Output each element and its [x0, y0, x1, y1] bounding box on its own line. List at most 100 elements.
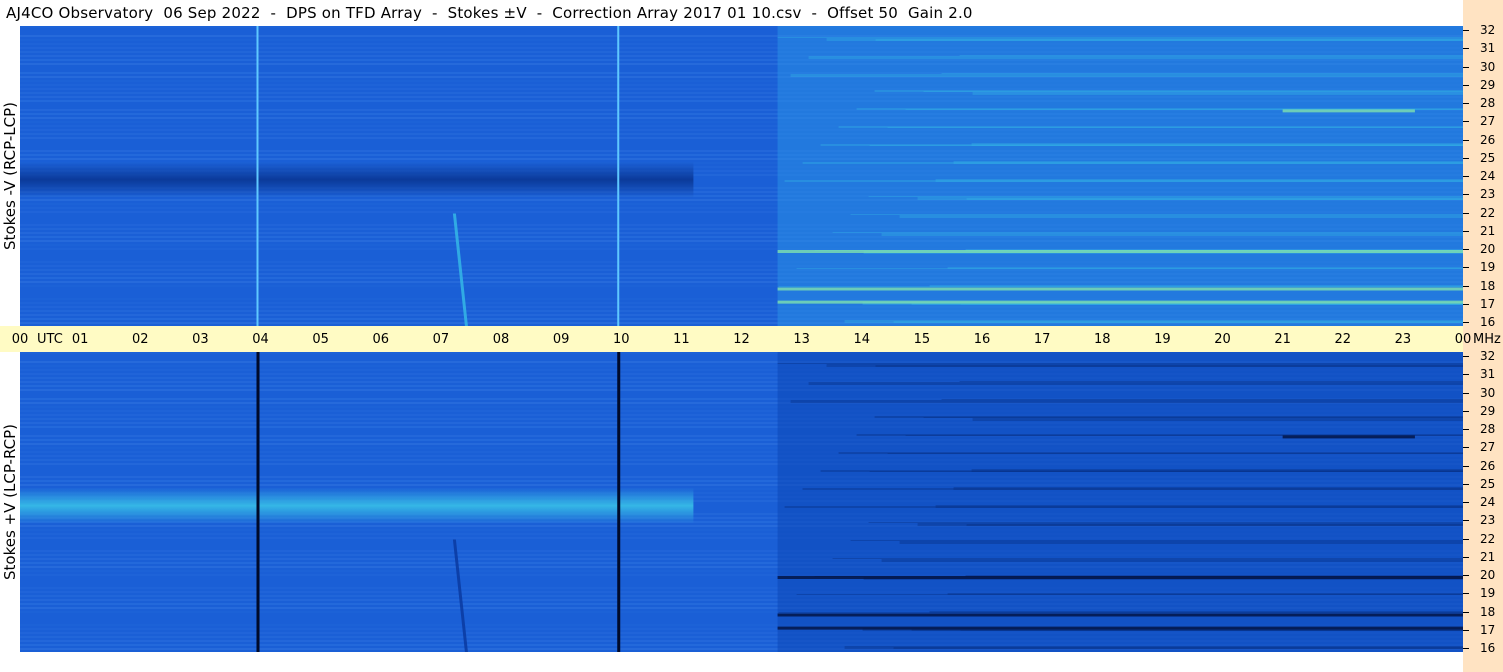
active-region-streak [881, 559, 1463, 562]
time-tick-label: 06 [372, 332, 390, 347]
active-region-streak [777, 37, 1463, 38]
frequency-tick-mark [1463, 611, 1469, 613]
time-tick-label: 19 [1154, 332, 1171, 347]
frequency-tick-mark [1463, 356, 1469, 357]
active-region-streak [966, 198, 1463, 200]
active-region-streak [784, 506, 1463, 508]
frequency-tick-label: 32 [1480, 349, 1496, 363]
active-region-streak [850, 540, 1463, 541]
active-region-streak [959, 55, 1463, 56]
frequency-tick-mark [1463, 629, 1469, 631]
emission-band [777, 626, 1463, 630]
active-region-streak [923, 417, 1463, 418]
time-tick-label: 08 [492, 332, 510, 347]
time-tick-label: 10 [612, 332, 630, 347]
vertical-line [617, 26, 620, 326]
active-region-streak [960, 304, 1463, 305]
top-panel-label-area: Stokes -V (RCP-LCP) [0, 26, 20, 326]
active-region-streak [893, 321, 1463, 323]
frequency-tick-label: 25 [1480, 476, 1496, 491]
time-tick-label: 11 [673, 332, 690, 347]
active-region-streak [778, 286, 1463, 287]
frequency-tick-label: 20 [1480, 568, 1496, 582]
active-region-streak [869, 145, 1463, 146]
time-tick-label: 12 [733, 332, 750, 347]
vertical-line [256, 26, 259, 326]
frequency-tick-mark [1463, 157, 1469, 159]
frequency-tick-mark [1463, 212, 1469, 214]
frequency-tick-label: 23 [1480, 187, 1496, 202]
active-region-streak [808, 56, 1463, 59]
time-tick-label: 16 [973, 332, 991, 347]
frequency-tick-label: 21 [1480, 549, 1496, 564]
frequency-tick-mark [1463, 556, 1469, 558]
frequency-tick-mark [1463, 429, 1469, 430]
frequency-tick-mark [1463, 593, 1469, 595]
active-region-streak [808, 382, 1463, 385]
active-region-streak [923, 91, 1463, 92]
active-region-streak [796, 594, 1463, 595]
frequency-tick-mark [1463, 176, 1469, 177]
active-region-streak [875, 39, 1463, 41]
time-tick-label: 23 [1394, 332, 1412, 347]
frequency-tick-mark [1463, 502, 1469, 503]
strong-band [20, 487, 694, 524]
frequency-tick-label: 28 [1480, 422, 1496, 436]
emission-band [777, 613, 1463, 617]
active-region-streak [972, 92, 1463, 95]
frequency-tick-mark [1463, 121, 1469, 123]
frequency-tick-mark [1463, 392, 1469, 394]
frequency-tick-label: 19 [1480, 260, 1496, 275]
frequency-tick-mark [1463, 575, 1469, 576]
active-region-streak [959, 381, 1463, 382]
frequency-tick-label: 20 [1480, 242, 1496, 256]
time-tick-label: 00 [1454, 332, 1472, 347]
active-region-streak [893, 647, 1463, 649]
frequency-tick-label: 17 [1480, 622, 1496, 637]
frequency-tick-label: 30 [1480, 385, 1496, 400]
frequency-tick-mark [1463, 465, 1469, 467]
active-region-streak [832, 232, 1463, 233]
frequency-tick-label: 18 [1480, 604, 1496, 619]
active-region [777, 352, 1463, 652]
time-tick-label: 14 [853, 332, 871, 347]
frequency-tick-label: 26 [1480, 458, 1496, 473]
time-tick-label: 17 [1033, 332, 1051, 347]
frequency-tick-mark [1463, 267, 1469, 269]
frequency-tick-mark [1463, 483, 1469, 485]
frequency-tick-label: 27 [1480, 114, 1496, 129]
time-tick-label: 22 [1334, 332, 1352, 347]
frequency-tick-label: 32 [1480, 23, 1496, 37]
frequency-tick-label: 19 [1480, 586, 1496, 601]
time-tick-label: 21 [1274, 332, 1291, 347]
time-tick-label: 13 [793, 332, 810, 347]
frequency-tick-label: 16 [1480, 641, 1496, 655]
spectrogram-top [20, 26, 1463, 326]
frequency-tick-label: 17 [1480, 296, 1496, 311]
bottom-margin [0, 652, 1463, 672]
active-region-streak [784, 180, 1463, 182]
time-tick-label: 01 [71, 332, 89, 347]
active-region-streak [875, 365, 1463, 367]
frequency-tick-mark [1463, 285, 1469, 287]
active-region-streak [941, 73, 1463, 74]
active-region-streak [899, 541, 1463, 544]
frequency-tick-label: 30 [1480, 59, 1496, 74]
time-axis: UTC 00 01 02 03 04 05 06 07 08 09 10 11 12 13 14 15 16 17… [0, 326, 1471, 352]
frequency-tick-mark [1463, 648, 1469, 649]
emission-band [777, 250, 1463, 253]
frequency-tick-mark [1463, 374, 1469, 376]
frequency-tick-label: 24 [1480, 169, 1496, 183]
frequency-tick-label: 23 [1480, 513, 1496, 528]
frequency-tick-mark [1463, 139, 1469, 141]
frequency-tick-label: 29 [1480, 403, 1496, 418]
spectrogram-bottom [20, 352, 1463, 652]
time-tick-label: 04 [252, 332, 269, 347]
spectrogram-bottom-panel [20, 352, 1463, 652]
active-region-streak [881, 233, 1463, 236]
active-region-streak [966, 524, 1463, 526]
frequency-tick-label: 21 [1480, 223, 1496, 238]
active-region-streak [941, 399, 1463, 400]
frequency-tick-mark [1463, 230, 1469, 232]
utc-label: UTC [37, 332, 63, 347]
